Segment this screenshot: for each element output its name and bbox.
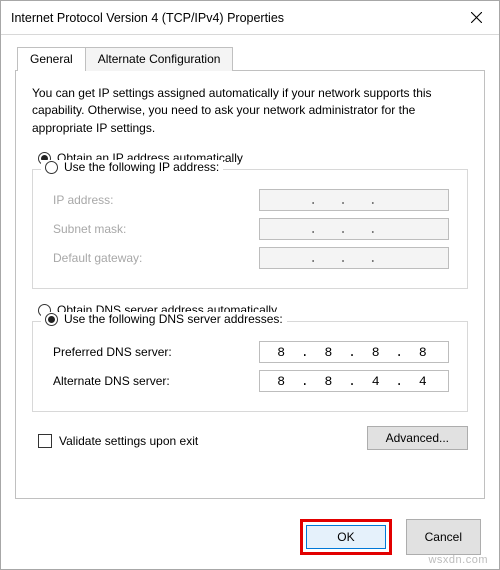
advanced-button[interactable]: Advanced... xyxy=(367,426,468,450)
window-title: Internet Protocol Version 4 (TCP/IPv4) P… xyxy=(11,11,453,25)
titlebar: Internet Protocol Version 4 (TCP/IPv4) P… xyxy=(1,1,499,35)
dns-preferred-label: Preferred DNS server: xyxy=(53,345,172,359)
tab-strip: General Alternate Configuration xyxy=(17,47,485,71)
field-ip-address: IP address: ... xyxy=(53,189,449,211)
dialog-content: General Alternate Configuration You can … xyxy=(1,35,499,509)
close-button[interactable] xyxy=(453,1,499,34)
field-gateway: Default gateway: ... xyxy=(53,247,449,269)
field-dns-alternate: Alternate DNS server: 8 . 8 . 4 . 4 xyxy=(53,370,449,392)
group-ip-manual: Use the following IP address: IP address… xyxy=(32,169,468,289)
ok-button[interactable]: OK xyxy=(306,525,385,549)
description-text: You can get IP settings assigned automat… xyxy=(32,85,468,137)
tab-panel-general: You can get IP settings assigned automat… xyxy=(15,70,485,499)
gateway-input[interactable]: ... xyxy=(259,247,449,269)
ip-address-label: IP address: xyxy=(53,193,113,207)
field-subnet: Subnet mask: ... xyxy=(53,218,449,240)
subnet-input[interactable]: ... xyxy=(259,218,449,240)
checkbox-label: Validate settings upon exit xyxy=(59,434,198,448)
advanced-row: Validate settings upon exit Advanced... xyxy=(32,426,468,450)
dns-alternate-label: Alternate DNS server: xyxy=(53,374,170,388)
radio-label: Use the following IP address: xyxy=(64,160,219,174)
radio-dns-manual[interactable]: Use the following DNS server addresses: xyxy=(41,312,287,326)
subnet-label: Subnet mask: xyxy=(53,222,126,236)
ip-address-input[interactable]: ... xyxy=(259,189,449,211)
validate-checkbox[interactable]: Validate settings upon exit xyxy=(38,434,198,448)
dns-alternate-input[interactable]: 8 . 8 . 4 . 4 xyxy=(259,370,449,392)
radio-icon xyxy=(45,313,58,326)
field-dns-preferred: Preferred DNS server: 8 . 8 . 8 . 8 xyxy=(53,341,449,363)
gateway-label: Default gateway: xyxy=(53,251,142,265)
checkbox-icon xyxy=(38,434,52,448)
tab-general[interactable]: General xyxy=(17,47,86,71)
dialog-window: Internet Protocol Version 4 (TCP/IPv4) P… xyxy=(0,0,500,570)
watermark-text: wsxdn.com xyxy=(428,554,488,566)
radio-ip-manual[interactable]: Use the following IP address: xyxy=(41,160,223,174)
dns-preferred-input[interactable]: 8 . 8 . 8 . 8 xyxy=(259,341,449,363)
ok-highlight: OK xyxy=(300,519,391,555)
tab-alternate[interactable]: Alternate Configuration xyxy=(85,47,234,71)
cancel-button[interactable]: Cancel xyxy=(406,519,481,555)
close-icon xyxy=(471,12,482,23)
group-dns-manual: Use the following DNS server addresses: … xyxy=(32,321,468,412)
radio-icon xyxy=(45,161,58,174)
radio-label: Use the following DNS server addresses: xyxy=(64,312,283,326)
dialog-footer: OK Cancel xyxy=(1,509,499,569)
